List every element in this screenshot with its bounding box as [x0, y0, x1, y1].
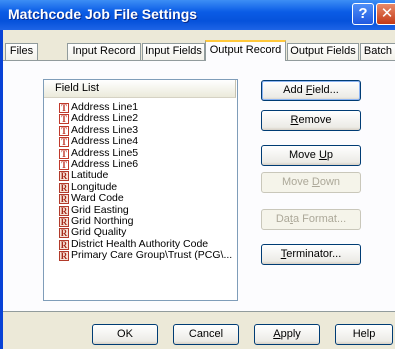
move-up-button[interactable]: Move Up — [261, 145, 361, 166]
tab-output-record[interactable]: Output Record — [205, 40, 286, 61]
tab-batch[interactable]: Batch — [360, 43, 395, 60]
field-list-items: T Address Line1 T Address Line2 T Address Lin… — [44, 98, 237, 262]
numeric-field-icon: R — [59, 205, 69, 216]
list-item-label: Address Line6 — [71, 157, 139, 170]
help-icon[interactable]: ? — [352, 3, 374, 25]
list-item-label: Latitude — [71, 169, 109, 182]
text-field-icon: T — [59, 114, 69, 125]
data-format-button[interactable]: Data Format... — [261, 209, 361, 230]
add-field-accel: F — [305, 84, 313, 96]
tab-strip: Files Input Record Input Fields Output R… — [3, 40, 395, 61]
apply-accel: A — [273, 328, 281, 340]
list-item-label: Address Line4 — [71, 135, 139, 148]
move-up-label: Move — [288, 149, 319, 161]
numeric-field-icon: R — [59, 182, 69, 193]
text-field-icon: T — [59, 159, 69, 170]
remove-button[interactable]: Remove — [261, 110, 361, 131]
list-item-label: Grid Easting — [71, 203, 129, 216]
list-item-label: Address Line3 — [71, 123, 139, 136]
numeric-field-icon: R — [59, 239, 69, 250]
list-item-label: District Health Authority Code — [71, 237, 209, 250]
tab-files[interactable]: Files — [5, 43, 38, 60]
data-format-label-rest: a Format... — [292, 213, 347, 225]
numeric-field-icon: R — [59, 171, 69, 182]
apply-button[interactable]: Apply — [254, 324, 320, 345]
text-field-icon: T — [59, 103, 69, 113]
tab-input-fields[interactable]: Input Fields — [142, 43, 205, 60]
close-icon[interactable]: ✕ — [376, 3, 395, 25]
help-button[interactable]: Help — [335, 324, 393, 345]
list-item-label: Address Line1 — [71, 101, 139, 113]
remove-label-rest: emove — [298, 114, 332, 126]
terminator-label-rest: erminator... — [286, 248, 342, 260]
numeric-field-icon: R — [59, 194, 69, 205]
move-down-button[interactable]: Move Down — [261, 172, 361, 193]
list-item-label: Grid Northing — [71, 214, 134, 227]
text-field-icon: T — [59, 125, 69, 136]
move-down-label-rest: own — [319, 176, 341, 188]
move-up-label-rest: p — [326, 149, 334, 161]
list-item-label: Primary Care Group\Trust (PCG\... — [71, 249, 233, 262]
text-field-icon: T — [59, 148, 69, 159]
numeric-field-icon: R — [59, 251, 69, 262]
terminator-button[interactable]: Terminator... — [261, 244, 361, 265]
ok-button[interactable]: OK — [92, 324, 158, 345]
list-item-label: Address Line5 — [71, 146, 139, 159]
move-down-label: Move — [281, 176, 312, 188]
text-field-icon: T — [59, 137, 69, 148]
field-list-header[interactable]: Field List — [44, 80, 236, 98]
list-item-label: Grid Quality — [71, 226, 127, 239]
list-item-label: Address Line2 — [71, 112, 139, 125]
numeric-field-icon: R — [59, 228, 69, 239]
window-title: Matchcode Job File Settings — [8, 6, 198, 22]
numeric-field-icon: R — [59, 216, 69, 227]
tab-output-fields[interactable]: Output Fields — [287, 43, 359, 60]
list-item-label: Longitude — [71, 180, 118, 193]
apply-label-rest: pply — [280, 328, 301, 340]
field-list[interactable]: Field List T Address Line1 T Address Line2 T… — [43, 79, 238, 301]
dialog-window: Matchcode Job File Settings ? ✕ Files In… — [0, 0, 395, 349]
title-bar[interactable]: Matchcode Job File Settings ? ✕ — [0, 0, 395, 30]
add-field-label: Add — [283, 84, 306, 96]
add-field-label-rest: ield... — [312, 84, 339, 96]
move-down-accel: D — [311, 176, 320, 188]
list-item-label: Ward Code — [71, 192, 124, 205]
tab-input-record[interactable]: Input Record — [67, 43, 141, 60]
add-field-button[interactable]: Add Field... — [261, 80, 361, 101]
list-item[interactable]: R Primary Care Group\Trust (PCG\... — [44, 249, 237, 262]
move-up-accel: U — [318, 149, 327, 161]
cancel-button[interactable]: Cancel — [173, 324, 239, 345]
data-format-label: Da — [275, 213, 290, 225]
